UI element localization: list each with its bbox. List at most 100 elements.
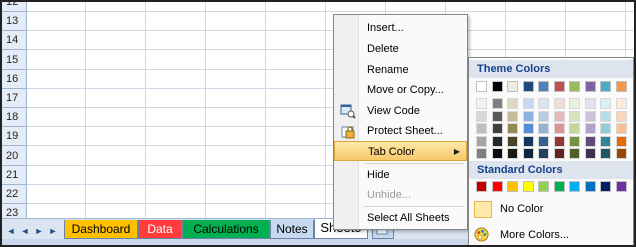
menu-item-hide[interactable]: Hide: [334, 165, 467, 185]
theme-color-swatch[interactable]: [600, 110, 611, 122]
theme-color-swatch[interactable]: [538, 135, 549, 147]
theme-color-swatch[interactable]: [491, 98, 503, 109]
theme-color-swatch[interactable]: [476, 98, 487, 109]
menu-item-move-or-copy[interactable]: Move or Copy...: [334, 80, 467, 100]
theme-color-swatch[interactable]: [507, 98, 518, 109]
theme-color-swatch[interactable]: [600, 123, 611, 134]
theme-color-swatch[interactable]: [538, 148, 549, 159]
theme-color-swatch[interactable]: [522, 98, 534, 109]
theme-color-swatch[interactable]: [600, 81, 611, 92]
row-header[interactable]: 20: [2, 147, 27, 166]
theme-color-swatch[interactable]: [538, 98, 549, 109]
menu-item-select-all-sheets[interactable]: Select All Sheets: [334, 208, 467, 228]
theme-color-swatch[interactable]: [600, 98, 611, 109]
theme-color-swatch[interactable]: [522, 123, 534, 134]
theme-color-swatch[interactable]: [507, 135, 518, 147]
theme-color-swatch[interactable]: [584, 81, 596, 92]
last-sheet-button[interactable]: ►: [46, 222, 60, 240]
theme-color-swatch[interactable]: [600, 148, 611, 159]
row-header[interactable]: 21: [2, 166, 27, 185]
sheet-tab-dashboard[interactable]: Dashboard: [64, 220, 138, 239]
row-header[interactable]: 12: [2, 2, 27, 12]
theme-color-swatch[interactable]: [615, 135, 627, 147]
row-header[interactable]: 22: [2, 185, 27, 204]
theme-color-swatch[interactable]: [584, 98, 596, 109]
standard-color-swatch[interactable]: [538, 181, 549, 192]
menu-item-protect-sheet[interactable]: Protect Sheet...: [334, 121, 467, 141]
standard-color-swatch[interactable]: [553, 181, 565, 192]
previous-sheet-button[interactable]: ◄: [18, 222, 32, 240]
theme-color-swatch[interactable]: [553, 98, 565, 109]
theme-color-swatch[interactable]: [476, 81, 487, 92]
theme-color-swatch[interactable]: [507, 123, 518, 134]
menu-item-tab-color[interactable]: Tab Color ▶: [334, 141, 467, 161]
sheet-tab-notes[interactable]: Notes: [270, 220, 314, 239]
standard-color-swatch[interactable]: [476, 181, 487, 192]
sheet-tab-calculations[interactable]: Calculations: [182, 220, 270, 239]
row-header[interactable]: 14: [2, 31, 27, 51]
theme-color-swatch[interactable]: [522, 135, 534, 147]
next-sheet-button[interactable]: ►: [32, 222, 46, 240]
theme-color-swatch[interactable]: [584, 110, 596, 122]
theme-color-swatch[interactable]: [491, 110, 503, 122]
theme-color-swatch[interactable]: [553, 123, 565, 134]
theme-color-swatch[interactable]: [491, 81, 503, 92]
theme-color-swatch[interactable]: [569, 110, 580, 122]
theme-color-swatch[interactable]: [600, 135, 611, 147]
theme-color-swatch[interactable]: [553, 148, 565, 159]
theme-color-swatch[interactable]: [584, 135, 596, 147]
theme-color-swatch[interactable]: [507, 110, 518, 122]
menu-item-view-code[interactable]: View Code: [334, 101, 467, 121]
standard-color-swatch[interactable]: [600, 181, 611, 192]
theme-color-swatch[interactable]: [615, 98, 627, 109]
theme-color-swatch[interactable]: [538, 123, 549, 134]
theme-color-swatch[interactable]: [522, 110, 534, 122]
row-header[interactable]: 13: [2, 12, 27, 32]
theme-color-swatch[interactable]: [615, 123, 627, 134]
row-header[interactable]: 18: [2, 108, 27, 128]
theme-color-swatch[interactable]: [569, 81, 580, 92]
theme-color-swatch[interactable]: [491, 123, 503, 134]
theme-color-swatch[interactable]: [553, 81, 565, 92]
row-header[interactable]: 16: [2, 70, 27, 89]
standard-color-swatch[interactable]: [569, 181, 580, 192]
row-header[interactable]: 17: [2, 89, 27, 108]
menu-item-delete[interactable]: Delete: [334, 39, 467, 59]
theme-color-swatch[interactable]: [507, 81, 518, 92]
theme-color-swatch[interactable]: [522, 148, 534, 159]
menu-item-rename[interactable]: Rename: [334, 60, 467, 80]
theme-color-swatch[interactable]: [615, 148, 627, 159]
theme-color-swatch[interactable]: [491, 135, 503, 147]
theme-color-swatch[interactable]: [476, 135, 487, 147]
theme-color-swatch[interactable]: [615, 81, 627, 92]
standard-color-swatch[interactable]: [507, 181, 518, 192]
first-sheet-button[interactable]: ◄: [4, 222, 18, 240]
row-header[interactable]: 15: [2, 51, 27, 70]
no-color-option[interactable]: No Color: [469, 198, 633, 222]
theme-color-swatch[interactable]: [522, 81, 534, 92]
theme-color-swatch[interactable]: [584, 123, 596, 134]
theme-color-swatch[interactable]: [569, 123, 580, 134]
standard-color-swatch[interactable]: [522, 181, 534, 192]
theme-color-swatch[interactable]: [507, 148, 518, 159]
theme-color-swatch[interactable]: [476, 123, 487, 134]
standard-color-swatch[interactable]: [584, 181, 596, 192]
theme-color-swatch[interactable]: [538, 81, 549, 92]
theme-color-swatch[interactable]: [569, 135, 580, 147]
theme-color-swatch[interactable]: [553, 135, 565, 147]
standard-color-swatch[interactable]: [491, 181, 503, 192]
theme-color-swatch[interactable]: [569, 98, 580, 109]
theme-color-swatch[interactable]: [538, 110, 549, 122]
sheet-tab-data[interactable]: Data: [138, 220, 182, 239]
theme-color-swatch[interactable]: [553, 110, 565, 122]
more-colors-option[interactable]: More Colors...: [469, 224, 633, 245]
theme-color-swatch[interactable]: [569, 148, 580, 159]
theme-color-swatch[interactable]: [615, 110, 627, 122]
theme-color-swatch[interactable]: [476, 110, 487, 122]
theme-color-swatch[interactable]: [476, 148, 487, 159]
theme-color-swatch[interactable]: [491, 148, 503, 159]
standard-color-swatch[interactable]: [615, 181, 627, 192]
menu-item-insert[interactable]: Insert...: [334, 18, 467, 38]
row-header[interactable]: 19: [2, 127, 27, 147]
theme-color-swatch[interactable]: [584, 148, 596, 159]
